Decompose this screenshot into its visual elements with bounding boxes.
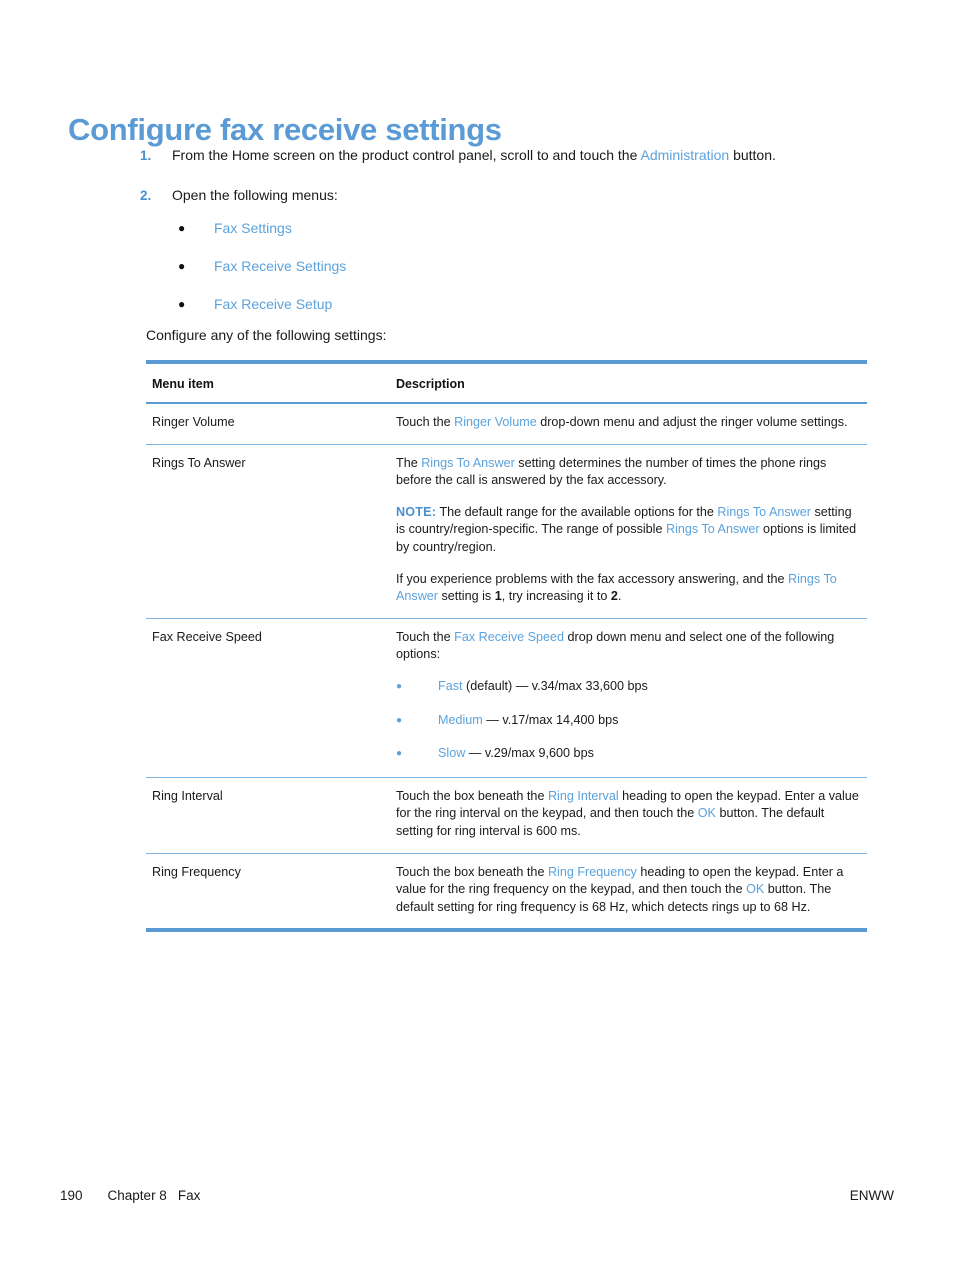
text-fragment: (default) — v.34/max 33,600 bps xyxy=(462,678,648,693)
page-footer: 190 Chapter 8 Fax ENWW xyxy=(60,1188,894,1203)
list-item: ● Fax Settings xyxy=(178,219,778,237)
menu-item-cell[interactable]: Rings To Answer xyxy=(146,444,390,619)
description-paragraph: If you experience problems with the fax … xyxy=(396,571,859,606)
list-item: ● Fax Receive Settings xyxy=(178,257,778,275)
list-item: ● Medium — v.17/max 14,400 bps xyxy=(396,712,859,730)
option-text: Slow — v.29/max 9,600 bps xyxy=(438,745,594,763)
footer-chapter: Chapter 8 xyxy=(107,1188,167,1203)
menu-item-cell[interactable]: Ring Frequency xyxy=(146,853,390,933)
bullet-icon: ● xyxy=(178,297,186,311)
text-fragment: drop-down menu and adjust the ringer vol… xyxy=(536,415,848,429)
menu-path-list: ● Fax Settings ● Fax Receive Settings ● … xyxy=(178,219,778,333)
description-paragraph: Touch the Fax Receive Speed drop down me… xyxy=(396,629,859,664)
text-fragment: Touch the box beneath the xyxy=(396,864,548,879)
list-item: ● Slow — v.29/max 9,600 bps xyxy=(396,745,859,763)
rings-to-answer-link[interactable]: Rings To Answer xyxy=(666,522,760,536)
bullet-icon: ● xyxy=(396,748,403,760)
note-paragraph: NOTE: The default range for the availabl… xyxy=(396,504,859,557)
text-fragment: — v.29/max 9,600 bps xyxy=(465,746,594,761)
bullet-icon: ● xyxy=(396,680,403,692)
step-text-before: From the Home screen on the product cont… xyxy=(172,147,641,163)
step-text: From the Home screen on the product cont… xyxy=(172,146,776,165)
description-cell: Touch the Ringer Volume drop-down menu a… xyxy=(390,403,867,445)
description-paragraph: Touch the box beneath the Ring Frequency… xyxy=(396,864,859,917)
ok-button-link[interactable]: OK xyxy=(746,882,764,896)
menu-path-label[interactable]: Fax Receive Setup xyxy=(214,295,332,313)
footer-section: Fax xyxy=(177,1188,201,1203)
step-item: 1. From the Home screen on the product c… xyxy=(140,146,880,165)
text-fragment: Touch the box beneath the xyxy=(396,788,548,803)
column-header-description: Description xyxy=(390,360,867,404)
table-header-row: Menu item Description xyxy=(146,360,867,404)
rings-to-answer-link[interactable]: Rings To Answer xyxy=(717,505,811,519)
text-fragment: The default range for the available opti… xyxy=(436,504,718,519)
text-fragment: The xyxy=(396,455,422,470)
table-row: Ringer Volume Touch the Ringer Volume dr… xyxy=(146,403,867,445)
option-text: Fast (default) — v.34/max 33,600 bps xyxy=(438,678,648,696)
table-body: Ringer Volume Touch the Ringer Volume dr… xyxy=(146,403,867,933)
text-fragment: Touch the xyxy=(396,629,455,644)
table-row: Fax Receive Speed Touch the Fax Receive … xyxy=(146,618,867,778)
description-paragraph: Touch the Ringer Volume drop-down menu a… xyxy=(396,414,859,432)
procedure-steps: 1. From the Home screen on the product c… xyxy=(140,146,880,226)
description-cell: Touch the box beneath the Ring Frequency… xyxy=(390,853,867,933)
description-cell: Touch the Fax Receive Speed drop down me… xyxy=(390,618,867,778)
step-text-after: button. xyxy=(729,147,776,163)
list-item: ● Fax Receive Setup xyxy=(178,295,778,313)
emphasis-value: 1 xyxy=(494,589,502,604)
description-paragraph: The Rings To Answer setting determines t… xyxy=(396,455,859,490)
emphasis-value: 2 xyxy=(610,589,618,604)
bullet-icon: ● xyxy=(396,714,403,726)
text-fragment: Touch the xyxy=(396,415,455,429)
table-row: Ring Interval Touch the box beneath the … xyxy=(146,777,867,854)
page-title: Configure fax receive settings xyxy=(68,111,502,147)
lead-in-text: Configure any of the following settings: xyxy=(146,327,387,343)
ringer-volume-link[interactable]: Ringer Volume xyxy=(454,415,537,429)
speed-option-link[interactable]: Slow xyxy=(438,746,465,760)
description-paragraph: Touch the box beneath the Ring Interval … xyxy=(396,788,859,841)
description-cell: Touch the box beneath the Ring Interval … xyxy=(390,777,867,854)
text-fragment: . xyxy=(617,589,622,604)
menu-path-label[interactable]: Fax Receive Settings xyxy=(214,257,346,275)
menu-item-cell[interactable]: Fax Receive Speed xyxy=(146,618,390,778)
text-fragment: — v.17/max 14,400 bps xyxy=(482,712,619,727)
settings-table: Menu item Description Ringer Volume Touc… xyxy=(146,360,867,933)
administration-link[interactable]: Administration xyxy=(640,147,729,163)
column-header-menu-item: Menu item xyxy=(146,360,390,404)
text-fragment: setting is xyxy=(438,589,495,604)
table-row: Ring Frequency Touch the box beneath the… xyxy=(146,853,867,933)
rings-to-answer-link[interactable]: Rings To Answer xyxy=(421,456,515,470)
settings-table-wrapper: Menu item Description Ringer Volume Touc… xyxy=(146,360,867,933)
list-item: ● Fast (default) — v.34/max 33,600 bps xyxy=(396,678,859,696)
footer-left-group: 190 Chapter 8 Fax xyxy=(60,1188,200,1203)
ring-frequency-link[interactable]: Ring Frequency xyxy=(548,865,637,879)
step-number: 1. xyxy=(140,148,152,163)
speed-option-link[interactable]: Medium xyxy=(438,713,483,727)
text-fragment: , try increasing it to xyxy=(501,589,611,604)
step-number: 2. xyxy=(140,188,152,203)
step-item: 2. Open the following menus: xyxy=(140,186,880,205)
bullet-icon: ● xyxy=(178,221,186,235)
table-head: Menu item Description xyxy=(146,360,867,404)
step-text: Open the following menus: xyxy=(172,187,338,203)
option-text: Medium — v.17/max 14,400 bps xyxy=(438,712,618,730)
description-cell: The Rings To Answer setting determines t… xyxy=(390,444,867,619)
text-fragment: If you experience problems with the fax … xyxy=(396,571,789,586)
speed-option-link[interactable]: Fast xyxy=(438,679,463,693)
document-page: Configure fax receive settings 1. From t… xyxy=(0,0,954,1270)
menu-item-cell[interactable]: Ringer Volume xyxy=(146,403,390,445)
footer-right-label: ENWW xyxy=(849,1188,894,1203)
ring-interval-link[interactable]: Ring Interval xyxy=(548,789,619,803)
bullet-icon: ● xyxy=(178,259,186,273)
menu-path-label[interactable]: Fax Settings xyxy=(214,219,292,237)
menu-item-cell[interactable]: Ring Interval xyxy=(146,777,390,854)
table-row: Rings To Answer The Rings To Answer sett… xyxy=(146,444,867,619)
fax-receive-speed-link[interactable]: Fax Receive Speed xyxy=(454,630,564,644)
page-number: 190 xyxy=(60,1188,83,1203)
note-label: NOTE: xyxy=(396,504,437,519)
speed-options-list: ● Fast (default) — v.34/max 33,600 bps ●… xyxy=(396,678,859,763)
ok-button-link[interactable]: OK xyxy=(698,806,716,820)
